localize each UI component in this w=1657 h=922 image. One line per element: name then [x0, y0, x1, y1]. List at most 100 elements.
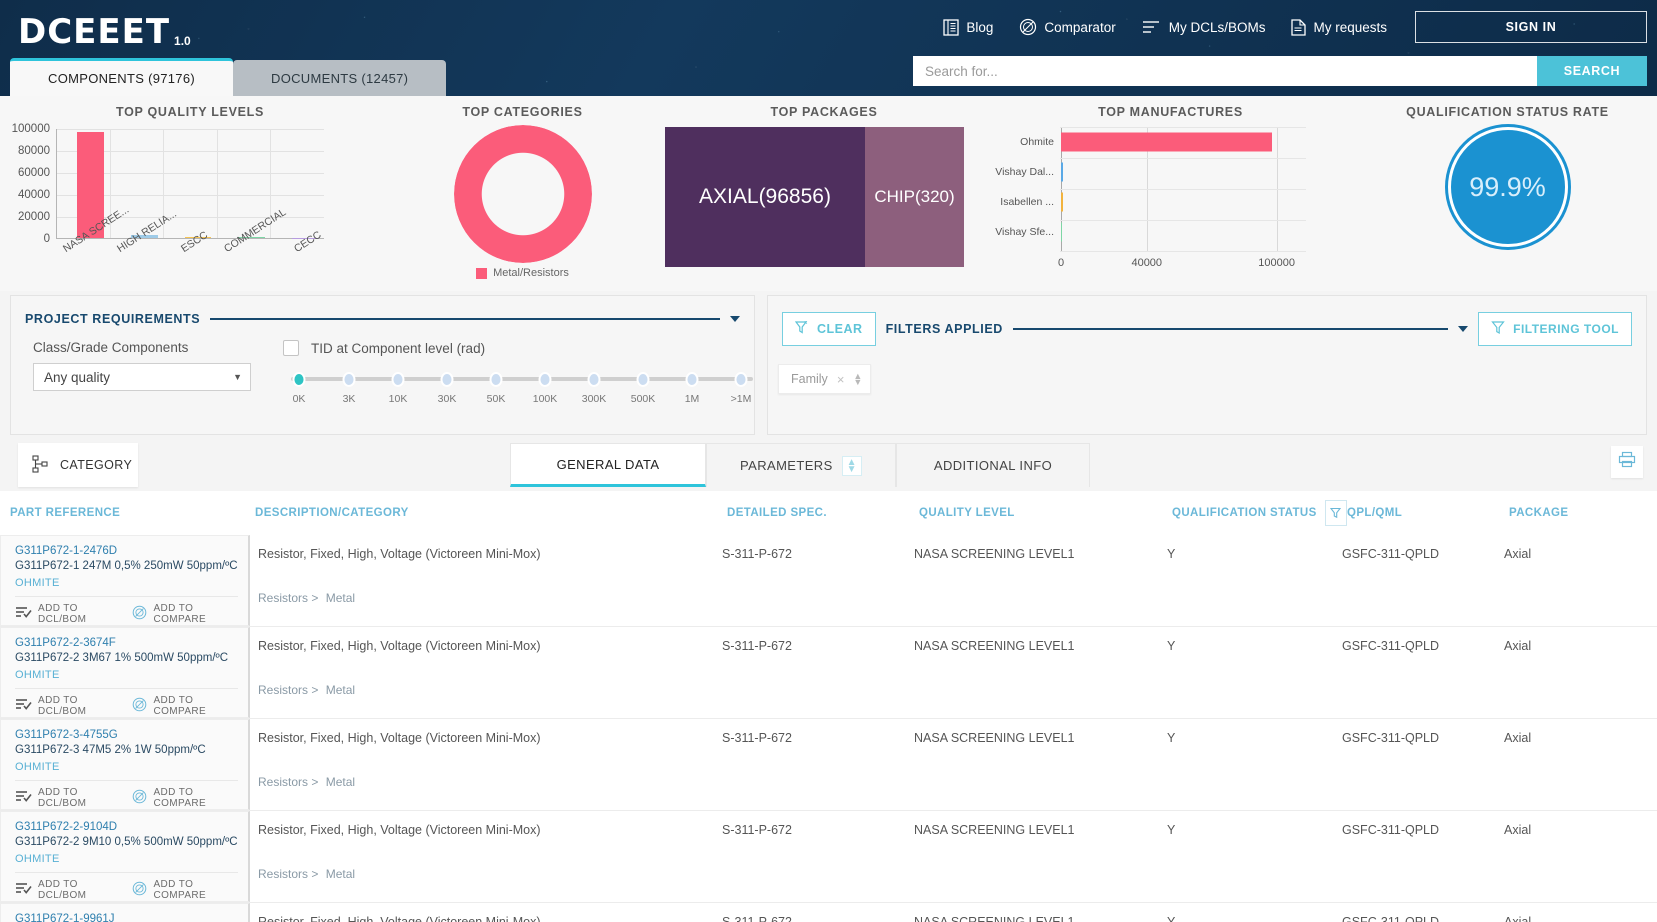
app-logo[interactable]: DCEEET 1.0: [18, 12, 191, 52]
hbar-vishay-sfernice[interactable]: [1061, 222, 1062, 242]
slider-dot-30k[interactable]: [440, 372, 454, 387]
donut-slice-metal-resistors[interactable]: [453, 125, 592, 263]
add-to-dcl-bom-button[interactable]: ADD TO DCL/BOM: [15, 695, 118, 717]
tid-checkbox[interactable]: [283, 340, 299, 356]
column-header-description-category[interactable]: DESCRIPTION/CATEGORY: [255, 507, 727, 519]
search-input[interactable]: [913, 56, 1537, 86]
add-to-dcl-bom-button[interactable]: ADD TO DCL/BOM: [15, 879, 118, 901]
part-code[interactable]: G311P672-3-4755G: [15, 729, 238, 741]
category-breadcrumb[interactable]: Resistors > Metal: [258, 837, 722, 881]
nav-item-comparator[interactable]: Comparator: [1019, 18, 1116, 36]
slider-dot-0k[interactable]: [292, 372, 306, 387]
breadcrumb-leaf[interactable]: Metal: [326, 683, 355, 697]
part-reference-cell: G311P672-3-4755G G311P672-3 47M5 2% 1W 5…: [0, 719, 250, 810]
slider-dot-500k[interactable]: [636, 372, 650, 387]
table-row[interactable]: G311P672-2-3674F G311P672-2 3M67 1% 500m…: [0, 627, 1657, 719]
tab-label: GENERAL DATA: [556, 456, 660, 472]
row-actions: ADD TO DCL/BOM ADD TO COMPARE: [15, 596, 238, 625]
hbar-vishay-dale[interactable]: [1061, 162, 1064, 182]
part-code[interactable]: G311P672-1-2476D: [15, 545, 238, 557]
results-table: PART REFERENCE DESCRIPTION/CATEGORY DETA…: [0, 491, 1657, 922]
nav-item-blog[interactable]: Blog: [943, 18, 993, 36]
column-header-quality-level[interactable]: QUALITY LEVEL: [919, 507, 1172, 519]
slider-dot-10k[interactable]: [391, 372, 405, 387]
chart-top-quality-levels: TOP QUALITY LEVELS 100000 80000 60000 40…: [0, 96, 380, 291]
part-manufacturer[interactable]: OHMITE: [15, 853, 238, 865]
chevron-down-icon[interactable]: [1458, 326, 1469, 332]
class-grade-select[interactable]: Any quality ▼: [33, 363, 251, 391]
tab-parameters[interactable]: PARAMETERS ▲ ▼: [706, 443, 896, 487]
column-header-qpl-qml[interactable]: QPL/QML: [1347, 507, 1509, 519]
add-to-compare-button[interactable]: ADD TO COMPARE: [132, 695, 238, 717]
funnel-filter-icon[interactable]: [1324, 500, 1347, 526]
part-code[interactable]: G311P672-1-9961J: [15, 913, 238, 922]
column-header-part-reference[interactable]: PART REFERENCE: [10, 507, 255, 519]
project-requirements-card: PROJECT REQUIREMENTS Class/Grade Compone…: [10, 295, 755, 435]
comparator-icon: [132, 881, 147, 899]
add-to-compare-button[interactable]: ADD TO COMPARE: [132, 879, 238, 901]
category-button[interactable]: CATEGORY: [18, 443, 138, 487]
filter-chip-family[interactable]: Family × ▲ ▼: [778, 364, 872, 394]
table-row[interactable]: G311P672-1-2476D G311P672-1 247M 0,5% 25…: [0, 535, 1657, 627]
description-cell: Resistor, Fixed, High, Voltage (Victoree…: [250, 719, 722, 810]
nav-item-my-requests[interactable]: My requests: [1291, 18, 1387, 36]
column-header-qualification-status[interactable]: QUALIFICATION STATUS: [1172, 500, 1347, 526]
part-code[interactable]: G311P672-2-3674F: [15, 637, 238, 649]
close-icon[interactable]: ×: [834, 372, 848, 387]
slider-dot-300k[interactable]: [587, 372, 601, 387]
filtering-tool-button[interactable]: FILTERING TOOL: [1478, 312, 1632, 346]
treemap-cell-chip[interactable]: CHIP(320): [865, 127, 964, 267]
treemap-cell-axial[interactable]: AXIAL(96856): [665, 127, 865, 267]
package-cell: Axial: [1504, 639, 1532, 653]
sort-toggle-icon[interactable]: ▲ ▼: [841, 455, 862, 476]
chart-legend: Metal/Resistors: [380, 267, 665, 279]
add-to-dcl-bom-button[interactable]: ADD TO DCL/BOM: [15, 787, 118, 809]
category-breadcrumb[interactable]: Resistors > Metal: [258, 561, 722, 605]
table-row[interactable]: G311P672-1-9961J G311P672-1 9K96 5% 250m…: [0, 903, 1657, 922]
part-manufacturer[interactable]: OHMITE: [15, 577, 238, 589]
category-breadcrumb[interactable]: Resistors > Metal: [258, 653, 722, 697]
breadcrumb-leaf[interactable]: Metal: [326, 867, 355, 881]
add-to-compare-button[interactable]: ADD TO COMPARE: [132, 603, 238, 625]
breadcrumb-root[interactable]: Resistors >: [258, 683, 318, 697]
breadcrumb-leaf[interactable]: Metal: [326, 591, 355, 605]
tab-components[interactable]: COMPONENTS (97176): [10, 58, 233, 96]
breadcrumb-root[interactable]: Resistors >: [258, 775, 318, 789]
slider-dot-100k[interactable]: [538, 372, 552, 387]
print-button[interactable]: [1611, 446, 1643, 478]
chevron-down-icon[interactable]: [730, 316, 740, 322]
slider-dot-gt1m[interactable]: [734, 372, 748, 387]
breadcrumb-leaf[interactable]: Metal: [326, 775, 355, 789]
tab-documents[interactable]: DOCUMENTS (12457): [233, 60, 447, 96]
detailed-spec-cell: S-311-P-672: [722, 731, 792, 745]
category-breadcrumb[interactable]: Resistors > Metal: [258, 745, 722, 789]
table-row[interactable]: G311P672-3-4755G G311P672-3 47M5 2% 1W 5…: [0, 719, 1657, 811]
search-button[interactable]: SEARCH: [1537, 56, 1647, 86]
column-header-detailed-spec[interactable]: DETAILED SPEC.: [727, 507, 919, 519]
add-to-compare-button[interactable]: ADD TO COMPARE: [132, 787, 238, 809]
breadcrumb-root[interactable]: Resistors >: [258, 591, 318, 605]
tid-slider[interactable]: [283, 372, 753, 387]
nav-item-my-dcls-boms[interactable]: My DCLs/BOMs: [1142, 19, 1265, 35]
breadcrumb-root[interactable]: Resistors >: [258, 867, 318, 881]
column-header-package[interactable]: PACKAGE: [1509, 507, 1629, 519]
sort-toggle-icon[interactable]: ▲ ▼: [853, 372, 862, 387]
slider-dot-1m[interactable]: [685, 372, 699, 387]
part-code[interactable]: G311P672-2-9104D: [15, 821, 238, 833]
slider-dot-3k[interactable]: [342, 372, 356, 387]
sign-in-button[interactable]: SIGN IN: [1415, 11, 1647, 43]
class-grade-group: Class/Grade Components Any quality ▼: [33, 340, 251, 407]
add-to-dcl-bom-button[interactable]: ADD TO DCL/BOM: [15, 603, 118, 625]
category-label: CATEGORY: [60, 458, 133, 472]
part-manufacturer[interactable]: OHMITE: [15, 761, 238, 773]
clear-filters-button[interactable]: x CLEAR: [782, 312, 876, 346]
part-manufacturer[interactable]: OHMITE: [15, 669, 238, 681]
hbar-isabellen[interactable]: [1061, 192, 1063, 212]
table-row[interactable]: G311P672-2-9104D G311P672-2 9M10 0,5% 50…: [0, 811, 1657, 903]
part-reference-cell: G311P672-1-2476D G311P672-1 247M 0,5% 25…: [0, 535, 250, 626]
tab-general-data[interactable]: GENERAL DATA: [510, 443, 706, 487]
tab-additional-info[interactable]: ADDITIONAL INFO: [896, 443, 1090, 487]
qpl-qml-cell: GSFC-311-QPLD: [1342, 915, 1440, 922]
hbar-ohmite[interactable]: [1061, 132, 1272, 152]
slider-dot-50k[interactable]: [489, 372, 503, 387]
